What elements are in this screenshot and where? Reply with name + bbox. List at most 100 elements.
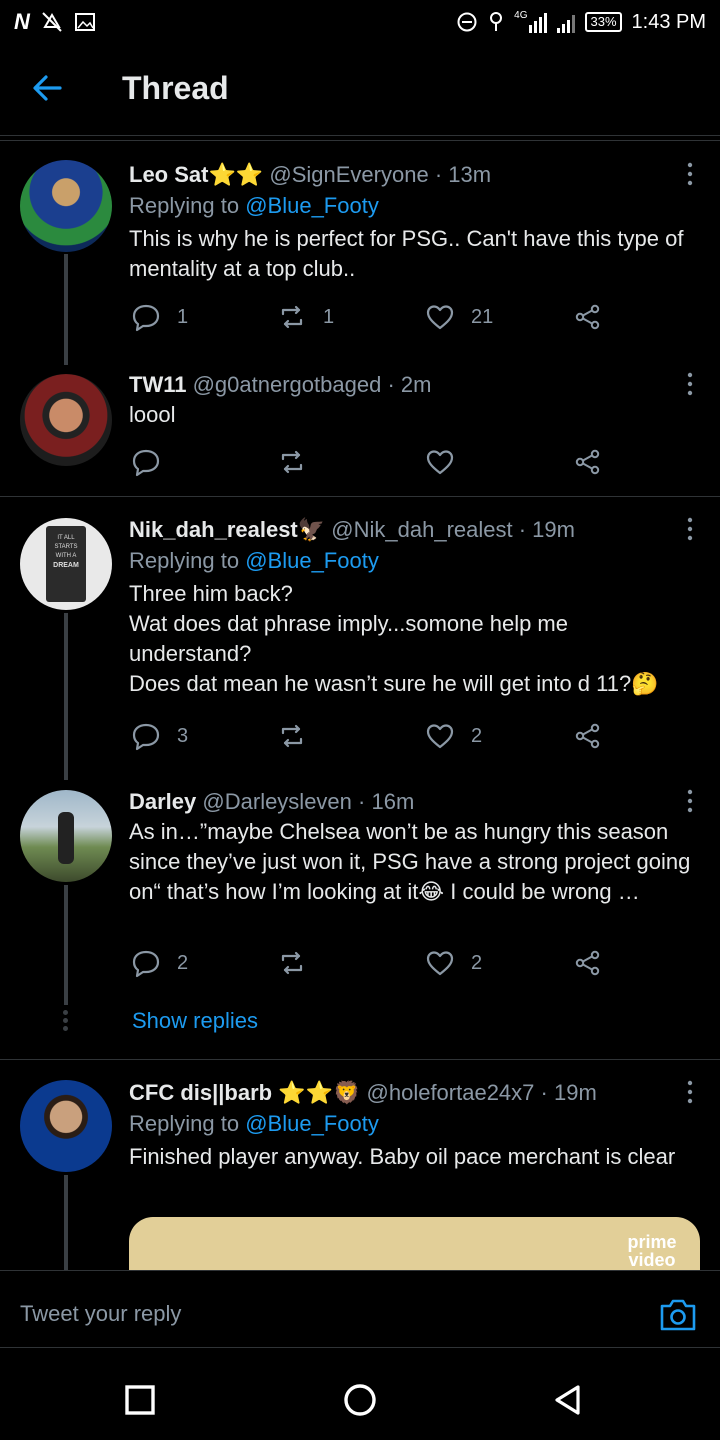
more-options-icon[interactable] xyxy=(686,1080,694,1104)
thread-line xyxy=(64,254,68,365)
reply-input[interactable]: Tweet your reply xyxy=(20,1301,181,1327)
avatar[interactable] xyxy=(20,374,112,466)
like-button[interactable]: 21 xyxy=(425,302,493,332)
retweet-button[interactable] xyxy=(277,447,323,477)
signal-4g-icon: 4G xyxy=(514,10,548,33)
avatar[interactable] xyxy=(20,790,112,882)
retweet-button[interactable] xyxy=(277,721,323,751)
thread-line xyxy=(64,885,68,1005)
author-name[interactable]: Leo Sat⭐⭐ xyxy=(129,162,263,187)
location-icon xyxy=(490,12,503,31)
tweet[interactable]: TW11 @g0atnergotbaged · 2m loool xyxy=(0,365,720,495)
replying-to: Replying to @Blue_Footy xyxy=(129,190,696,222)
tweet-text: As in…”maybe Chelsea won’t be as hungry … xyxy=(129,819,691,904)
more-options-icon[interactable] xyxy=(686,372,694,396)
signal-icon xyxy=(557,11,576,33)
share-icon xyxy=(575,950,600,976)
thread-divider xyxy=(0,496,720,497)
author-handle[interactable]: @holefortae24x7 xyxy=(367,1080,535,1105)
tweet-header: TW11 @g0atnergotbaged · 2m xyxy=(129,370,696,400)
heart-icon xyxy=(426,450,454,475)
avatar[interactable] xyxy=(20,1080,112,1172)
share-button[interactable] xyxy=(573,302,603,332)
battery-indicator: 33% xyxy=(585,12,622,32)
avatar[interactable]: IT ALL STARTS WITH A DREAM xyxy=(20,518,112,610)
author-handle[interactable]: @g0atnergotbaged xyxy=(193,372,382,397)
tweet-actions xyxy=(129,447,609,487)
media-logo: prime video xyxy=(627,1232,677,1270)
tweet-header: Nik_dah_realest🦅 @Nik_dah_realest · 19m xyxy=(129,515,696,545)
home-button[interactable] xyxy=(340,1380,380,1420)
tweet-time: · 19m xyxy=(518,517,575,542)
like-count: 21 xyxy=(471,305,494,328)
replying-to-link[interactable]: @Blue_Footy xyxy=(245,1111,379,1136)
reply-button[interactable]: 1 xyxy=(131,302,188,332)
replying-to: Replying to @Blue_Footy xyxy=(129,545,696,577)
tweet[interactable]: Leo Sat⭐⭐ @SignEveryone · 13m Replying t… xyxy=(0,150,720,365)
reply-button[interactable]: 3 xyxy=(131,721,188,751)
more-options-icon[interactable] xyxy=(686,789,694,813)
tweet-media[interactable]: prime video xyxy=(129,1217,700,1270)
replying-to-link[interactable]: @Blue_Footy xyxy=(245,548,379,573)
more-options-icon[interactable] xyxy=(686,517,694,541)
show-replies-link[interactable]: Show replies xyxy=(132,1008,258,1034)
back-button[interactable] xyxy=(548,1380,588,1420)
status-bar: N 4G 33% 1:43 PM xyxy=(0,0,720,44)
tweet-text: This is why he is perfect for PSG.. Can'… xyxy=(129,226,684,281)
tweet-actions: 1 1 21 xyxy=(129,302,609,342)
share-button[interactable] xyxy=(573,948,603,978)
author-name[interactable]: Nik_dah_realest🦅 xyxy=(129,517,325,542)
reply-button[interactable]: 2 xyxy=(131,948,188,978)
author-handle[interactable]: @Nik_dah_realest xyxy=(331,517,512,542)
avatar[interactable] xyxy=(20,160,112,252)
author-name[interactable]: Darley xyxy=(129,789,196,814)
tweet-time: · 2m xyxy=(387,372,432,397)
retweet-icon xyxy=(281,951,303,975)
avatar-text-line: IT ALL STARTS xyxy=(54,535,78,550)
reply-button[interactable] xyxy=(131,447,177,477)
share-button[interactable] xyxy=(573,721,603,751)
network-label: 4G xyxy=(514,10,528,21)
author-handle[interactable]: @SignEveryone xyxy=(269,162,428,187)
retweet-icon xyxy=(281,305,303,329)
retweet-icon xyxy=(281,724,303,748)
tweet-actions: 2 2 xyxy=(129,948,609,988)
retweet-button[interactable] xyxy=(277,948,323,978)
share-icon xyxy=(575,304,600,330)
header-divider xyxy=(0,140,720,141)
tweet[interactable]: CFC dis||barb ⭐⭐🦁 @holefortae24x7 · 19m … xyxy=(0,1068,720,1270)
tweet-text: loool xyxy=(129,402,176,427)
thread-line xyxy=(64,1175,68,1270)
replying-to-link[interactable]: @Blue_Footy xyxy=(245,193,379,218)
like-button[interactable]: 2 xyxy=(425,721,482,751)
reply-composer: Tweet your reply xyxy=(0,1270,720,1348)
camera-icon[interactable] xyxy=(658,1297,698,1333)
heart-icon xyxy=(426,951,454,976)
heart-icon xyxy=(426,305,454,330)
reply-icon xyxy=(132,723,160,751)
author-name[interactable]: CFC dis||barb ⭐⭐🦁 xyxy=(129,1080,360,1105)
like-button[interactable]: 2 xyxy=(425,948,482,978)
back-arrow-icon[interactable] xyxy=(28,68,68,108)
tweet-text: Three him back? Wat does dat phrase impl… xyxy=(129,581,659,696)
image-icon xyxy=(74,13,95,31)
replying-to: Replying to @Blue_Footy xyxy=(129,1108,696,1140)
reply-count: 3 xyxy=(177,724,189,747)
retweet-button[interactable]: 1 xyxy=(277,302,334,332)
thread-line xyxy=(64,613,68,780)
share-button[interactable] xyxy=(573,447,603,477)
tweet-time: · 16m xyxy=(358,789,415,814)
more-options-icon[interactable] xyxy=(686,162,694,186)
reply-count: 2 xyxy=(177,951,189,974)
tweet-actions: 3 2 xyxy=(129,721,609,761)
tweet-header: CFC dis||barb ⭐⭐🦁 @holefortae24x7 · 19m xyxy=(129,1078,696,1108)
retweet-icon xyxy=(281,450,303,474)
author-name[interactable]: TW11 xyxy=(129,372,186,397)
author-handle[interactable]: @Darleysleven xyxy=(202,789,352,814)
tweet[interactable]: Darley @Darleysleven · 16m As in…”maybe … xyxy=(0,780,720,1050)
thread-continuation-dots xyxy=(63,1010,69,1034)
replying-label: Replying to xyxy=(129,193,240,218)
like-button[interactable] xyxy=(425,447,471,477)
recents-button[interactable] xyxy=(120,1380,160,1420)
tweet[interactable]: IT ALL STARTS WITH A DREAM Nik_dah_reale… xyxy=(0,505,720,780)
